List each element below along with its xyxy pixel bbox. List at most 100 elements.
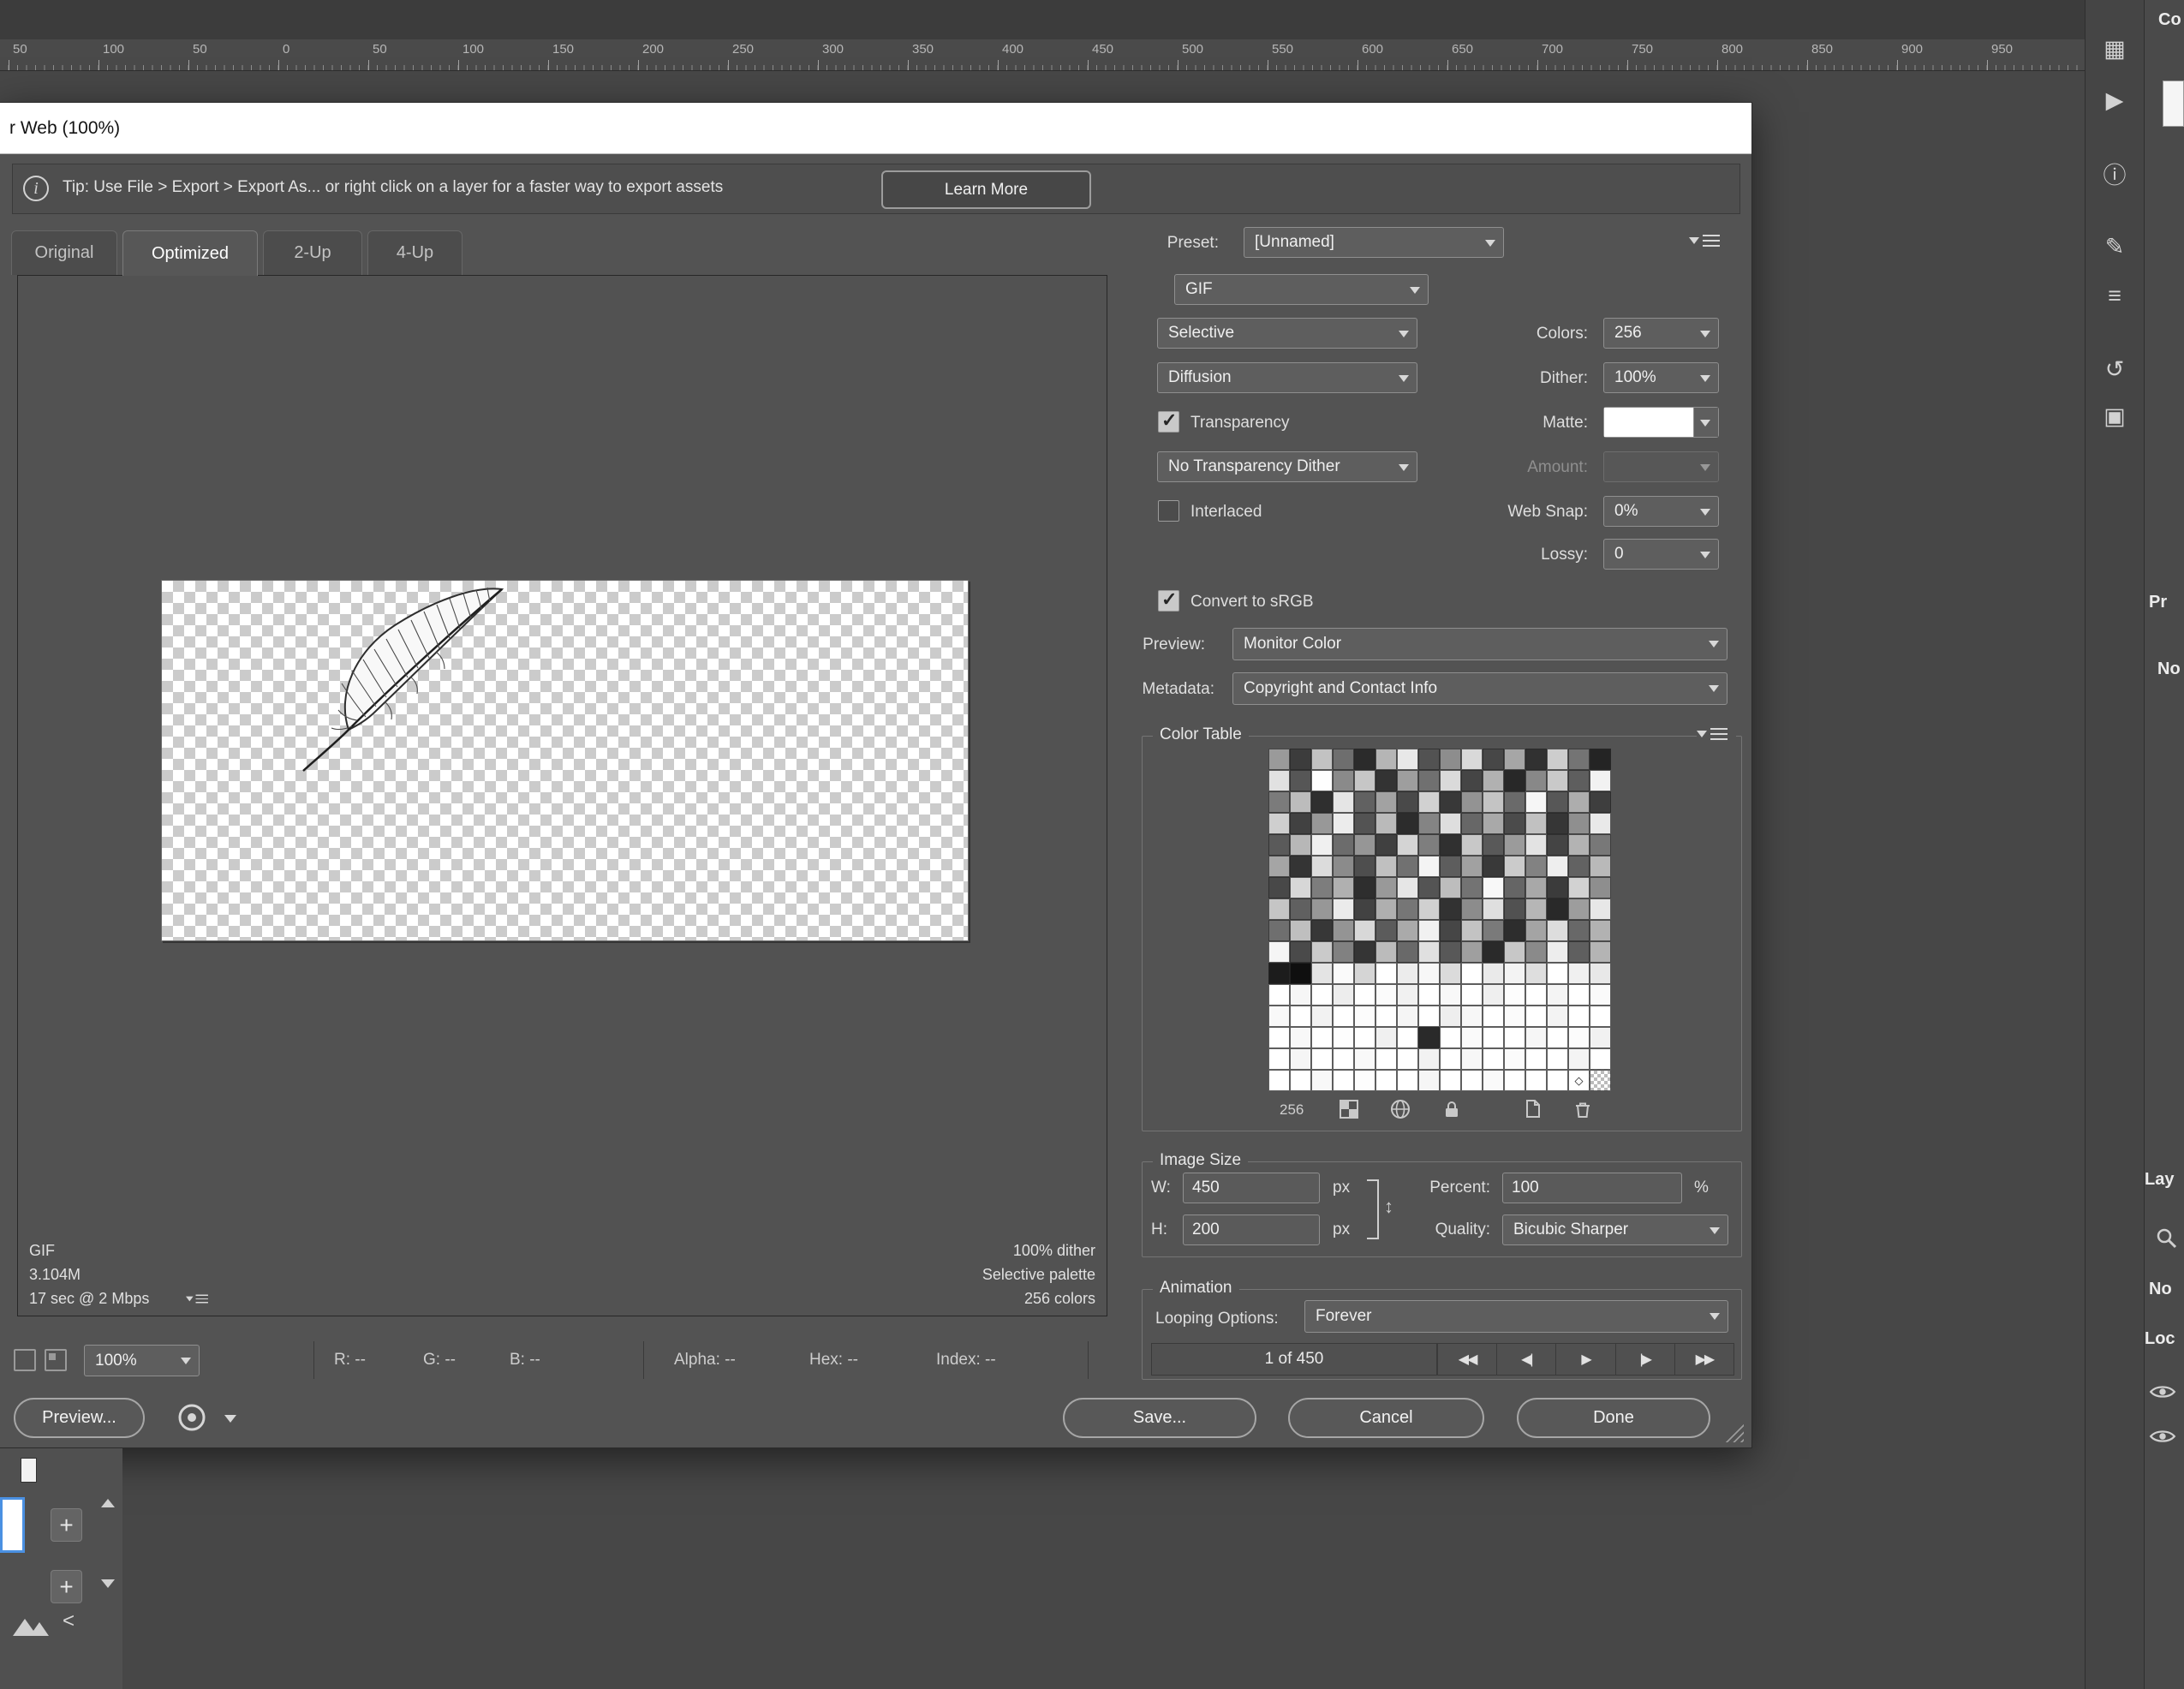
color-swatch[interactable] (1483, 1070, 1504, 1091)
color-swatch[interactable] (1375, 941, 1397, 963)
color-swatch[interactable] (1397, 1048, 1418, 1070)
color-swatch[interactable] (1375, 898, 1397, 920)
matte-select[interactable] (1603, 407, 1719, 438)
color-swatch[interactable] (1418, 1070, 1440, 1091)
link-dimensions-bracket[interactable] (1367, 1179, 1379, 1239)
color-swatch[interactable] (1354, 813, 1375, 834)
color-swatch[interactable] (1418, 984, 1440, 1006)
color-swatch[interactable] (1504, 856, 1525, 877)
color-swatch[interactable] (1290, 791, 1311, 813)
color-swatch[interactable] (1418, 770, 1440, 791)
color-swatch[interactable] (1568, 898, 1590, 920)
color-swatch[interactable] (1568, 963, 1590, 984)
color-swatch[interactable] (1418, 749, 1440, 770)
color-swatch[interactable] (1354, 791, 1375, 813)
color-swatch[interactable] (1311, 834, 1333, 856)
color-swatch[interactable] (1461, 984, 1483, 1006)
color-swatch[interactable] (1590, 941, 1611, 963)
color-swatch[interactable] (1354, 920, 1375, 941)
color-swatch[interactable] (1504, 1048, 1525, 1070)
color-swatch[interactable] (1568, 770, 1590, 791)
color-swatch[interactable] (1483, 1027, 1504, 1048)
color-swatch[interactable] (1525, 834, 1547, 856)
color-swatch[interactable] (1290, 813, 1311, 834)
color-swatch[interactable] (1568, 813, 1590, 834)
color-swatch[interactable] (1397, 813, 1418, 834)
color-swatch[interactable] (1547, 963, 1568, 984)
color-swatch[interactable] (1354, 856, 1375, 877)
color-swatch[interactable] (1547, 834, 1568, 856)
color-swatch[interactable] (1483, 1048, 1504, 1070)
color-swatch[interactable] (1311, 791, 1333, 813)
cancel-button[interactable]: Cancel (1288, 1398, 1484, 1438)
height-input[interactable]: 200 (1183, 1215, 1320, 1245)
color-swatch[interactable] (1461, 963, 1483, 984)
color-swatch[interactable] (1290, 898, 1311, 920)
convert-srgb-checkbox[interactable] (1158, 590, 1179, 612)
grid-icon[interactable]: ▦ (2093, 30, 2136, 68)
color-swatch[interactable] (1333, 984, 1354, 1006)
color-swatch[interactable] (1354, 749, 1375, 770)
preview-select[interactable]: Monitor Color (1232, 628, 1728, 660)
color-swatch[interactable] (1547, 856, 1568, 877)
color-swatch[interactable] (1268, 1006, 1290, 1027)
slice-visibility-icon[interactable] (45, 1349, 67, 1371)
last-frame-button[interactable]: ▶▶ (1674, 1344, 1733, 1375)
color-swatch[interactable] (1311, 1048, 1333, 1070)
color-swatch[interactable] (1354, 1048, 1375, 1070)
color-swatch[interactable] (1333, 834, 1354, 856)
color-swatch[interactable] (1418, 963, 1440, 984)
collapse-chevron-icon[interactable]: < (63, 1609, 75, 1633)
hand-tool-icon[interactable] (14, 1349, 36, 1371)
width-input[interactable]: 450 (1183, 1173, 1320, 1203)
color-swatch[interactable] (1525, 770, 1547, 791)
dither-amount-select[interactable]: 100% (1603, 362, 1719, 393)
color-swatch[interactable] (1418, 1027, 1440, 1048)
transparency-checkbox[interactable] (1158, 411, 1179, 433)
color-swatch[interactable] (1375, 984, 1397, 1006)
layer-visibility-eye-icon[interactable] (2149, 1428, 2176, 1449)
lossy-select[interactable]: 0 (1603, 539, 1719, 570)
color-swatch[interactable] (1525, 920, 1547, 941)
color-swatch[interactable] (1461, 834, 1483, 856)
color-swatch[interactable] (1440, 898, 1461, 920)
color-swatch[interactable] (1440, 856, 1461, 877)
color-swatch[interactable] (1268, 1048, 1290, 1070)
color-swatch[interactable] (1354, 877, 1375, 898)
color-swatch[interactable] (1311, 963, 1333, 984)
color-swatch[interactable] (1397, 963, 1418, 984)
color-swatch[interactable] (1590, 813, 1611, 834)
color-swatch[interactable] (1290, 1048, 1311, 1070)
color-swatch[interactable] (1547, 941, 1568, 963)
color-swatch[interactable] (1375, 749, 1397, 770)
new-color-icon[interactable] (1519, 1096, 1545, 1122)
color-swatch[interactable] (1461, 1048, 1483, 1070)
quality-select[interactable]: Bicubic Sharper (1502, 1215, 1728, 1245)
color-swatch[interactable] (1290, 963, 1311, 984)
color-swatch[interactable] (1483, 749, 1504, 770)
color-swatch[interactable] (1461, 1070, 1483, 1091)
color-swatch[interactable] (1333, 770, 1354, 791)
preset-select[interactable]: [Unnamed] (1244, 227, 1504, 258)
color-swatch[interactable] (1547, 770, 1568, 791)
color-swatch[interactable] (1418, 920, 1440, 941)
color-swatch[interactable] (1333, 941, 1354, 963)
save-button[interactable]: Save... (1063, 1398, 1256, 1438)
color-swatch[interactable] (1333, 813, 1354, 834)
color-swatch[interactable] (1397, 749, 1418, 770)
color-swatch[interactable] (1504, 1027, 1525, 1048)
color-swatch[interactable] (1311, 1070, 1333, 1091)
color-swatch[interactable] (1290, 770, 1311, 791)
resize-grip[interactable] (1725, 1423, 1744, 1442)
color-swatch[interactable] (1375, 920, 1397, 941)
color-swatch[interactable] (1418, 877, 1440, 898)
search-icon[interactable] (2155, 1226, 2179, 1255)
metadata-select[interactable]: Copyright and Contact Info (1232, 672, 1728, 705)
color-swatch[interactable] (1397, 920, 1418, 941)
add-item-button[interactable]: + (51, 1570, 82, 1603)
color-swatch[interactable] (1568, 749, 1590, 770)
color-swatch[interactable] (1440, 1006, 1461, 1027)
color-swatch[interactable] (1547, 813, 1568, 834)
color-table-menu-icon[interactable] (1697, 726, 1736, 747)
format-select[interactable]: GIF (1174, 274, 1429, 305)
